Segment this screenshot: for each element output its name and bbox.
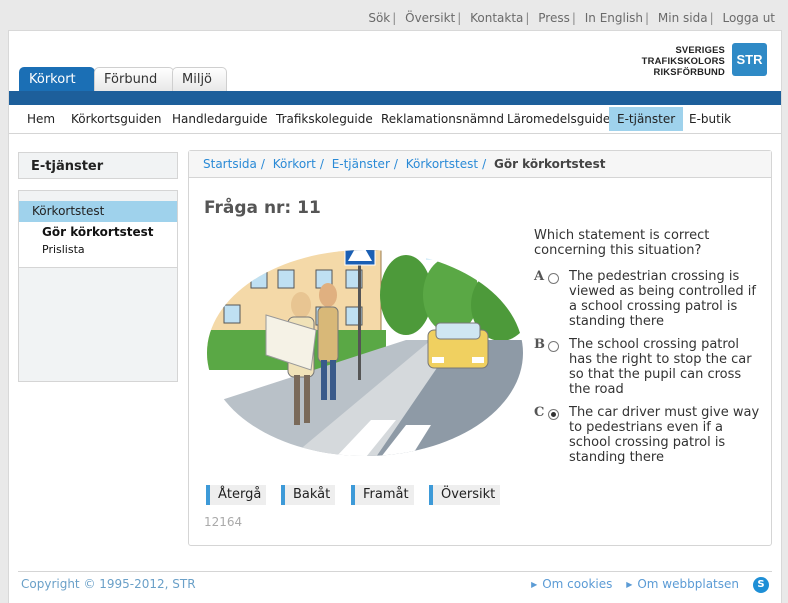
radio-option-c[interactable] (548, 409, 559, 420)
sidebar-item-korkortstest[interactable]: Körkortstest (19, 201, 177, 222)
sidebar-menu: Körkortstest Gör körkortstest Prislista (19, 201, 177, 267)
breadcrumb: Startsida / Körkort / E-tjänster / Körkorts… (189, 151, 771, 178)
menu-item-e-tjanster[interactable]: E-tjänster (609, 107, 684, 131)
sidebar-item-prislista[interactable]: Prislista (42, 243, 85, 256)
menu-item-reklamationsnamnd[interactable]: Reklamationsnämnd (373, 107, 512, 131)
menu-item-trafikskoleguide[interactable]: Trafikskoleguide (268, 107, 381, 131)
menu-item-korkortsguiden[interactable]: Körkortsguiden (63, 107, 169, 131)
logo-line-2: TRAFIKSKOLORS (641, 55, 725, 66)
previous-button[interactable]: Bakåt (281, 485, 336, 505)
brand-bar (9, 91, 781, 105)
breadcrumb-korkortstest[interactable]: Körkortstest (406, 157, 478, 171)
sidebar-heading: E-tjänster (18, 152, 178, 179)
footer-link-cookies[interactable]: Om cookies (542, 577, 612, 591)
arrow-right-icon: ▶ (626, 580, 633, 589)
top-link-press[interactable]: Press (538, 11, 570, 25)
skype-icon[interactable]: S (753, 577, 769, 593)
arrow-right-icon: ▶ (531, 580, 538, 589)
menu-item-e-butik[interactable]: E-butik (681, 107, 739, 131)
back-to-start-button[interactable]: Återgå (206, 485, 267, 505)
top-link-my-page[interactable]: Min sida (658, 11, 708, 25)
top-link-english[interactable]: In English (585, 11, 643, 25)
next-button[interactable]: Framåt (351, 485, 414, 505)
logo-badge: STR (732, 43, 767, 76)
radio-option-b[interactable] (548, 341, 559, 352)
footer-link-about[interactable]: Om webbplatsen (637, 577, 739, 591)
tab-miljo[interactable]: Miljö (172, 67, 227, 91)
logo-line-1: SVERIGES (675, 44, 725, 55)
sidebar-item-gor-korkortstest[interactable]: Gör körkortstest (42, 225, 153, 239)
logo-text: SVERIGES TRAFIKSKOLORS RIKSFÖRBUND (642, 44, 725, 77)
page-frame: SVERIGES TRAFIKSKOLORS RIKSFÖRBUND STR K… (8, 30, 782, 603)
question-id: 12164 (204, 515, 243, 529)
main-menu: Hem Körkortsguiden Handledarguide Trafik… (9, 105, 781, 134)
option-letter: A (534, 269, 545, 284)
top-link-logout[interactable]: Logga ut (722, 11, 775, 25)
copyright-text: Copyright © 1995-2012, STR (21, 577, 196, 591)
option-text: The pedestrian crossing is viewed as bei… (569, 269, 756, 329)
logo-line-3: RIKSFÖRBUND (653, 66, 725, 77)
traffic-scene-illustration (207, 250, 523, 456)
option-letter: B (534, 337, 545, 352)
footer-divider (18, 571, 772, 572)
option-text: The school crossing patrol has the right… (569, 337, 752, 397)
tab-forbund[interactable]: Förbund (94, 67, 174, 91)
top-link-overview[interactable]: Översikt (405, 11, 455, 25)
top-utility-links: Sök | Översikt | Kontakta | Press | In Engli… (368, 11, 775, 25)
menu-item-hem[interactable]: Hem (19, 107, 63, 131)
radio-option-a[interactable] (548, 273, 559, 284)
menu-item-laromedelsguide[interactable]: Läromedelsguide (499, 107, 618, 131)
menu-item-handledarguide[interactable]: Handledarguide (164, 107, 276, 131)
breadcrumb-startsida[interactable]: Startsida (203, 157, 257, 171)
footer-links: ▶ Om cookies ▶ Om webbplatsen (521, 577, 739, 591)
sidebar-nav: Körkortstest Gör körkortstest Prislista (18, 190, 178, 382)
breadcrumb-current: Gör körkortstest (493, 157, 606, 171)
overview-button[interactable]: Översikt (429, 485, 501, 505)
str-logo[interactable]: SVERIGES TRAFIKSKOLORS RIKSFÖRBUND STR (642, 43, 767, 79)
option-text: The car driver must give way to pedestri… (569, 405, 760, 465)
sidebar-divider (19, 267, 177, 268)
tab-korkort[interactable]: Körkort (19, 67, 95, 91)
question-text: Which statement is correct concerning th… (534, 228, 710, 258)
top-link-search[interactable]: Sök (368, 11, 390, 25)
breadcrumb-korkort[interactable]: Körkort (273, 157, 316, 171)
breadcrumb-e-tjanster[interactable]: E-tjänster (332, 157, 390, 171)
main-content: Startsida / Körkort / E-tjänster / Körkorts… (188, 150, 772, 546)
option-letter: C (534, 405, 545, 420)
question-title: Fråga nr: 11 (204, 198, 321, 218)
top-link-contact[interactable]: Kontakta (470, 11, 523, 25)
